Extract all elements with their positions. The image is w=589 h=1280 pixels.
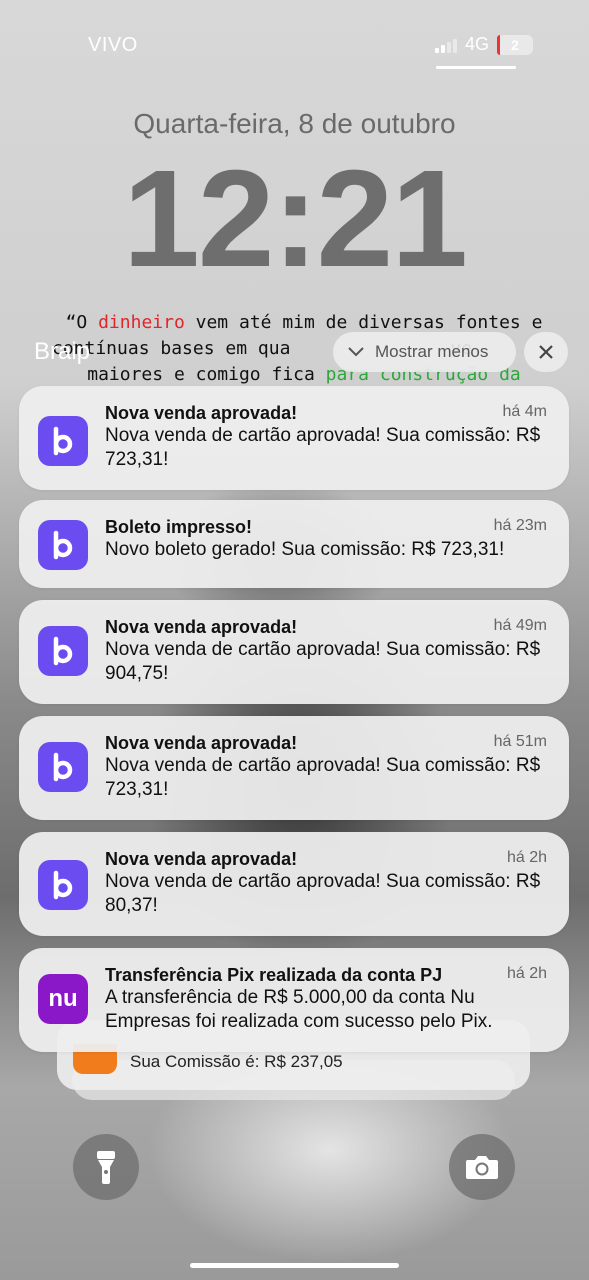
notification-body: Nova venda de cartão aprovada! Sua comis…	[105, 639, 541, 684]
notification-time: há 2h	[506, 965, 547, 982]
notification-time: há 49m	[493, 617, 547, 634]
notification-card[interactable]: Nova venda aprovada! há 49m Nova venda d…	[19, 600, 569, 704]
nubank-logo-text: nu	[48, 985, 78, 1012]
clear-group-button[interactable]	[524, 332, 568, 372]
show-less-label: Mostrar menos	[375, 342, 489, 361]
control-center-indicator[interactable]	[436, 66, 516, 69]
camera-icon	[466, 1156, 498, 1179]
flashlight-button[interactable]	[73, 1134, 139, 1200]
notification-time: há 4m	[502, 403, 547, 420]
lock-date: Quarta-feira, 8 de outubro	[133, 108, 456, 139]
app-group-label: Braip	[34, 338, 91, 365]
status-indicators: 4G 2	[434, 34, 533, 55]
notification-title: Boleto impresso!	[105, 517, 253, 537]
braip-app-icon	[38, 860, 88, 910]
stacked-notification-text: Sua Comissão é: R$ 237,05	[130, 1052, 343, 1071]
notification-time: há 51m	[493, 733, 547, 750]
braip-app-icon	[38, 416, 88, 466]
notification-card[interactable]: Nova venda aprovada! há 4m Nova venda de…	[19, 386, 569, 490]
show-less-button[interactable]: Mostrar menos	[333, 332, 516, 372]
notification-title: Transferência Pix realizada da conta PJ	[105, 965, 443, 985]
notification-time: há 2h	[506, 849, 547, 866]
notification-time: há 23m	[493, 517, 547, 534]
status-bar: VIVO 4G 2	[0, 30, 589, 60]
notification-title: Nova venda aprovada!	[105, 733, 298, 753]
notification-title: Nova venda aprovada!	[105, 849, 298, 869]
notification-title: Nova venda aprovada!	[105, 403, 298, 423]
carrier-label: VIVO	[88, 34, 138, 56]
notification-title: Nova venda aprovada!	[105, 617, 298, 637]
home-indicator[interactable]	[190, 1263, 399, 1268]
camera-button[interactable]	[449, 1134, 515, 1200]
flashlight-icon	[97, 1151, 115, 1184]
notification-body: Novo boleto gerado! Sua comissão: R$ 723…	[105, 539, 505, 560]
network-label: 4G	[464, 34, 489, 54]
nubank-app-icon: nu	[38, 974, 88, 1024]
lock-clock: 12:21	[123, 142, 468, 296]
braip-app-icon	[38, 742, 88, 792]
close-icon	[539, 345, 553, 359]
notification-card[interactable]: Boleto impresso! há 23m Novo boleto gera…	[19, 500, 569, 588]
battery-icon: 2	[497, 34, 533, 55]
notification-body: Nova venda de cartão aprovada! Sua comis…	[105, 871, 541, 916]
notification-card[interactable]: Nova venda aprovada! há 51m Nova venda d…	[19, 716, 569, 820]
battery-level: 2	[511, 36, 519, 53]
notification-body: Nova venda de cartão aprovada! Sua comis…	[105, 755, 541, 800]
notification-card[interactable]: nu Transferência Pix realizada da conta …	[19, 948, 569, 1052]
signal-icon	[434, 37, 457, 53]
notification-card[interactable]: Nova venda aprovada! há 2h Nova venda de…	[19, 832, 569, 936]
notification-body: A transferência de R$ 5.000,00 da conta …	[105, 987, 493, 1032]
braip-app-icon	[38, 520, 88, 570]
notification-body: Nova venda de cartão aprovada! Sua comis…	[105, 425, 541, 470]
braip-app-icon	[38, 626, 88, 676]
chevron-down-icon	[348, 347, 364, 357]
